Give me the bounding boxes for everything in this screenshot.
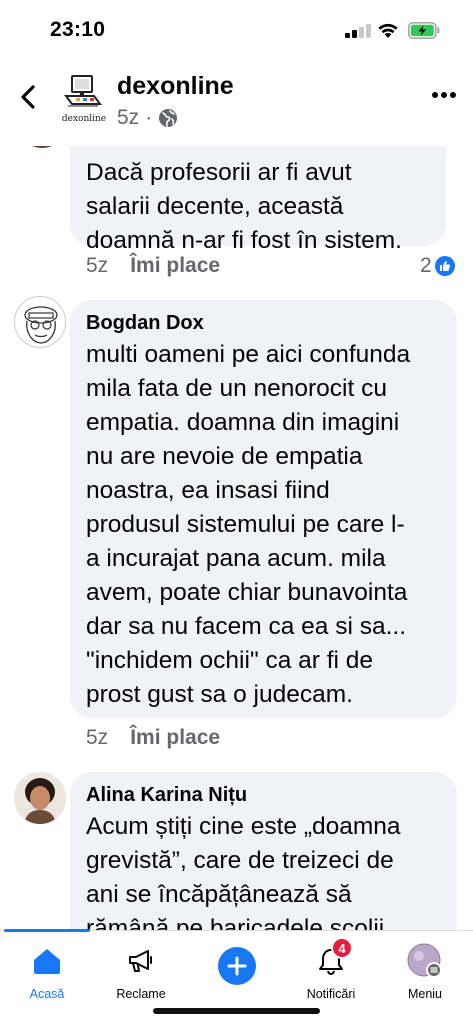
comment-actions: 5z Îmi place <box>86 726 220 750</box>
meta-separator: · <box>145 106 153 129</box>
avatar-icon <box>407 943 442 978</box>
comment-avatar[interactable] <box>14 772 66 824</box>
comment-text: Dacă profesorii ar fi avut salarii decen… <box>86 159 402 254</box>
comments-list[interactable]: Dacă profesorii ar fi avut salarii decen… <box>0 146 473 930</box>
globe-icon <box>159 109 178 127</box>
reaction-count[interactable]: 2 <box>420 254 455 278</box>
back-chevron-icon[interactable] <box>18 84 40 110</box>
comment-text: multi oameni pe aici confunda mila fata … <box>86 341 411 708</box>
tab-label: Reclame <box>116 987 166 1001</box>
page-logo[interactable]: dexonline <box>60 70 106 128</box>
more-options-icon[interactable] <box>432 92 456 100</box>
comment-actions: 5z Îmi place <box>86 254 220 278</box>
plus-icon <box>227 956 247 976</box>
sketch-face-icon <box>24 306 58 344</box>
status-time: 23:10 <box>50 18 106 41</box>
like-button[interactable]: Îmi place <box>130 726 220 750</box>
wifi-icon <box>378 23 398 38</box>
comment-text: Acum știți cine este „doamna grevistă”, … <box>86 813 401 930</box>
post-header: dexonline dexonline 5z · <box>0 62 473 146</box>
active-tab-indicator <box>4 929 90 932</box>
comment-bubble[interactable]: Alina Karina Nițu Acum știți cine este „… <box>70 772 457 930</box>
profile-photo-icon <box>14 772 66 824</box>
notification-badge: 4 <box>331 937 353 959</box>
post-meta: 5z · <box>117 106 178 130</box>
status-bar: 23:10 <box>0 0 473 62</box>
like-button[interactable]: Îmi place <box>130 254 220 278</box>
tab-home[interactable]: Acasă <box>2 941 92 1005</box>
battery-icon <box>408 22 440 39</box>
tab-label: Acasă <box>29 987 65 1001</box>
tab-create[interactable] <box>192 941 282 1005</box>
megaphone-icon <box>129 950 152 972</box>
page-name[interactable]: dexonline <box>117 72 234 101</box>
comment-time: 5z <box>86 254 109 277</box>
logo-text: dexonline <box>61 114 107 124</box>
tab-notifications[interactable]: 4 Notificări <box>286 937 376 1005</box>
comment-bubble[interactable]: Bogdan Dox multi oameni pe aici confunda… <box>70 300 457 718</box>
comment-avatar[interactable] <box>14 296 66 348</box>
comment-bubble[interactable]: Dacă profesorii ar fi avut salarii decen… <box>70 146 446 254</box>
home-icon <box>34 949 60 974</box>
comment-avatar[interactable] <box>16 146 68 148</box>
home-indicator <box>153 1008 320 1014</box>
comment-author[interactable]: Alina Karina Nițu <box>86 782 441 808</box>
comment-time: 5z <box>86 726 109 749</box>
comment-author[interactable]: Bogdan Dox <box>86 310 441 336</box>
tab-menu[interactable]: Meniu <box>380 941 470 1005</box>
tab-ads[interactable]: Reclame <box>96 941 186 1005</box>
tab-label: Notificări <box>306 987 356 1001</box>
tab-label: Meniu <box>407 987 443 1001</box>
signal-icon <box>345 24 371 38</box>
like-reaction-icon <box>434 256 455 276</box>
post-time: 5z <box>117 106 140 129</box>
reaction-number: 2 <box>420 254 432 277</box>
